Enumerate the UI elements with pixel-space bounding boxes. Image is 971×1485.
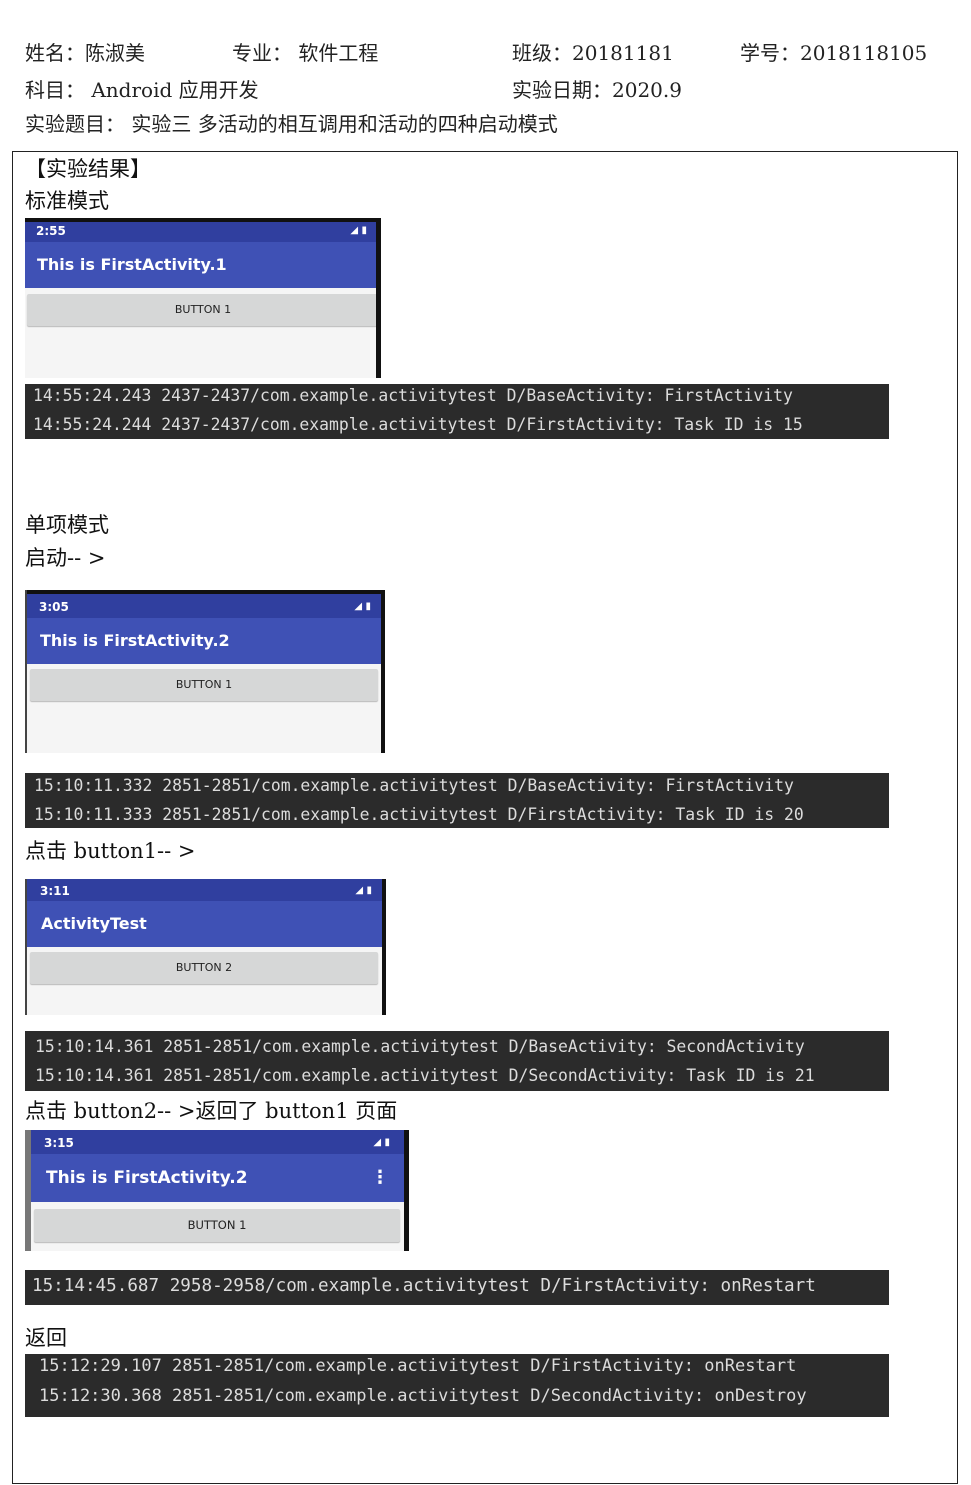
log-line: 15:14:45.687 2958-2958/com.example.activ… [32,1276,816,1296]
subject: 科目： Android 应用开发 [25,78,259,102]
log-line: 14:55:24.244 2437-2437/com.example.activ… [33,415,803,434]
screenshot-edge [382,879,386,1015]
logcat-output: 14:55:24.243 2437-2437/com.example.activ… [25,384,889,439]
label-single-top-mode: 单项模式 [25,513,109,537]
major: 专业： 软件工程 [232,41,379,65]
status-time: 3:11 [40,884,70,898]
logcat-output: 15:10:14.361 2851-2851/com.example.activ… [25,1031,889,1091]
screenshot-edge [25,590,385,594]
button-1[interactable]: BUTTON 1 [27,294,379,326]
screenshot-edge [25,1130,31,1251]
screenshot-edge [25,218,381,222]
emulator-screenshot: 3:15 ◢ ▮ This is FirstActivity.2 ⋮ BUTTO… [25,1130,409,1251]
label-standard-mode: 标准模式 [25,189,109,213]
status-bar: 3:05 ◢ ▮ [25,594,385,618]
status-bar: 3:11 ◢ ▮ [25,879,386,901]
screenshot-edge [381,590,385,753]
button-1[interactable]: BUTTON 1 [30,669,378,701]
button-2[interactable]: BUTTON 2 [30,952,378,984]
log-line: 15:10:14.361 2851-2851/com.example.activ… [35,1066,815,1085]
signal-battery-icon: ◢ ▮ [355,885,372,896]
activity-title: This is FirstActivity.2 [46,1168,248,1188]
activity-title: This is FirstActivity.2 [40,631,230,650]
signal-battery-icon: ◢ ▮ [354,601,371,612]
label-click-button2: 点击 button2-- >返回了 button1 页面 [25,1099,398,1123]
label-click-button1: 点击 button1-- > [25,839,196,863]
class: 班级：20181181 [512,41,674,65]
status-time: 3:15 [44,1136,74,1150]
label-start: 启动-- > [25,546,106,570]
app-bar: ActivityTest [25,901,386,947]
activity-title: ActivityTest [41,914,147,933]
emulator-screenshot: 3:05 ◢ ▮ This is FirstActivity.2 BUTTON … [25,590,385,753]
emulator-screenshot: 3:11 ◢ ▮ ActivityTest BUTTON 2 [25,879,386,1015]
student-id: 学号：2018118105 [740,41,928,65]
log-line: 15:12:30.368 2851-2851/com.example.activ… [39,1386,807,1406]
logcat-output: 15:10:11.332 2851-2851/com.example.activ… [25,773,889,828]
log-line: 15:10:11.332 2851-2851/com.example.activ… [34,776,794,795]
signal-battery-icon: ◢ ▮ [373,1137,390,1148]
log-line: 15:10:14.361 2851-2851/com.example.activ… [35,1037,805,1056]
status-bar: 3:15 ◢ ▮ [25,1130,409,1154]
activity-title: This is FirstActivity.1 [37,255,227,274]
status-time: 3:05 [39,600,69,614]
log-line: 15:10:11.333 2851-2851/com.example.activ… [34,805,804,824]
log-line: 14:55:24.243 2437-2437/com.example.activ… [33,386,793,405]
label-back: 返回 [25,1326,67,1350]
overflow-menu-icon[interactable]: ⋮ [371,1154,389,1202]
emulator-screenshot: 2:55 ◢ ▮ This is FirstActivity.1 BUTTON … [25,218,381,378]
student-name: 姓名：陈淑美 [25,41,145,65]
app-bar: This is FirstActivity.2 ⋮ [25,1154,409,1202]
app-bar: This is FirstActivity.1 [25,242,381,288]
screenshot-edge [376,218,381,378]
screenshot-edge [25,879,27,1015]
experiment-date: 实验日期：2020.9 [512,78,682,102]
logcat-output: 15:12:29.107 2851-2851/com.example.activ… [25,1354,889,1417]
screenshot-edge [25,590,27,753]
section-title: 【实验结果】 [25,157,151,181]
button-1[interactable]: BUTTON 1 [34,1209,400,1242]
screenshot-edge [404,1130,409,1251]
log-line: 15:12:29.107 2851-2851/com.example.activ… [39,1356,797,1376]
logcat-output: 15:14:45.687 2958-2958/com.example.activ… [25,1270,889,1305]
app-bar: This is FirstActivity.2 [25,618,385,664]
experiment-topic: 实验题目： 实验三 多活动的相互调用和活动的四种启动模式 [25,112,558,136]
